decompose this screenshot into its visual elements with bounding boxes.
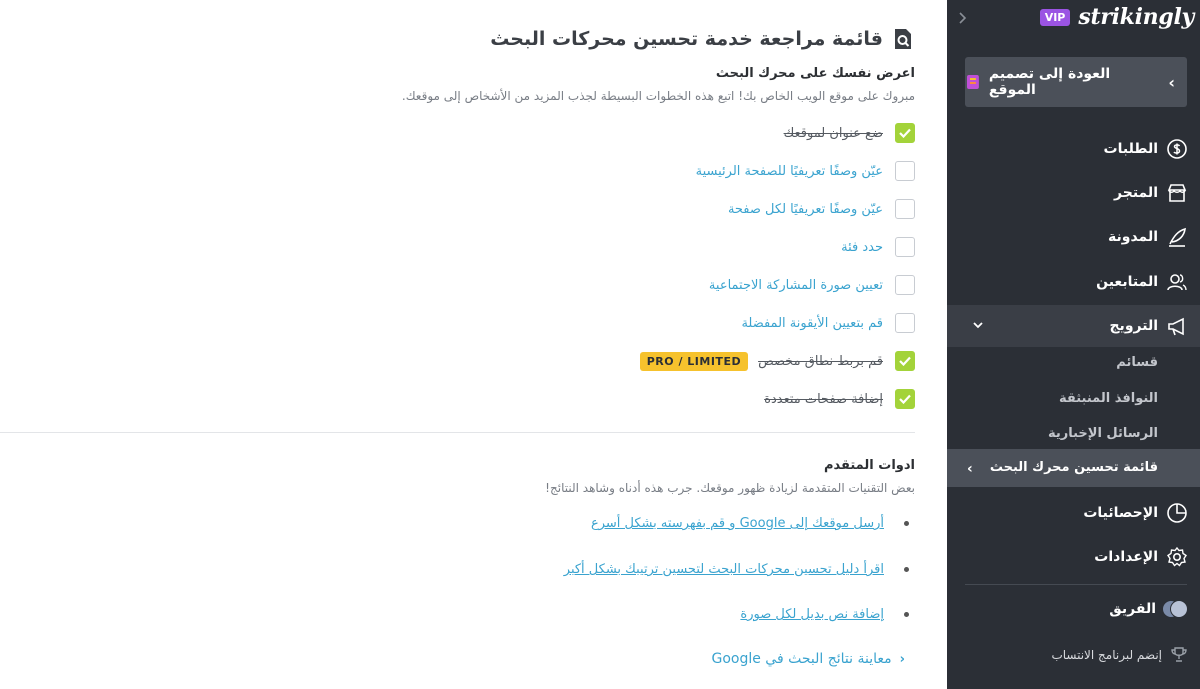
checkbox-unchecked[interactable] — [895, 237, 915, 257]
dollar-icon — [1167, 139, 1187, 159]
checkbox-checked[interactable] — [895, 123, 915, 143]
section-desc-search: مبروك على موقع الويب الخاص بك! اتبع هذه … — [401, 89, 915, 103]
checklist-item-multiple-pages[interactable]: إضافة صفحات متعددة — [764, 388, 915, 410]
trophy-icon — [1171, 647, 1187, 662]
section-desc-advanced: بعض التقنيات المتقدمة لزيادة ظهور موقعك.… — [545, 481, 915, 495]
sidebar-item-affiliate[interactable]: إنضم لبرنامج الانتساب — [1051, 646, 1188, 664]
checkbox-unchecked[interactable] — [895, 161, 915, 181]
strikingly-logo: strikingly — [1078, 4, 1194, 30]
sidebar-item-label: المتابعين — [1096, 274, 1158, 290]
checkbox-checked[interactable] — [895, 351, 915, 371]
bullet — [904, 521, 909, 526]
sidebar-subitem-newsletters[interactable]: الرسائل الإخبارية — [1048, 426, 1158, 441]
checklist-item-favicon[interactable]: قم بتعيين الأيقونة المفضلة — [741, 312, 915, 334]
team-avatars — [1162, 600, 1188, 618]
checklist-label[interactable]: قم بتعيين الأيقونة المفضلة — [741, 316, 883, 331]
pie-chart-icon — [1167, 503, 1187, 523]
tool-item: أرسل موقعك إلى Google و قم بفهرسته بشكل … — [591, 516, 909, 531]
chevron-down-icon[interactable] — [971, 317, 985, 331]
gear-icon — [1167, 546, 1187, 567]
chevron-left-icon: ‹ — [899, 651, 905, 667]
sidebar-item-followers[interactable]: المتابعين — [1096, 270, 1188, 294]
sidebar-item-label: الإحصائيات — [1083, 505, 1158, 521]
users-icon — [1167, 274, 1187, 291]
sidebar-subitem-seo-checklist[interactable]: قائمة تحسين محرك البحث — [990, 460, 1158, 475]
checklist-label[interactable]: تعيين صورة المشاركة الاجتماعية — [709, 278, 883, 293]
preview-google-results[interactable]: ‹ معاينة نتائج البحث في Google — [711, 651, 905, 667]
tool-link-alt-text[interactable]: إضافة نص بديل لكل صورة — [740, 607, 884, 622]
checkbox-unchecked[interactable] — [895, 199, 915, 219]
sidebar-item-orders[interactable]: الطلبات — [1104, 137, 1188, 161]
brand[interactable]: VIP strikingly — [1039, 4, 1194, 30]
checklist-label: ضع عنوان لموقعك — [783, 125, 883, 141]
sidebar: VIP strikingly العودة إلى تصميم الموقع ‹… — [947, 0, 1200, 689]
checklist-label: قم بربط نطاق مخصص — [758, 353, 883, 369]
sidebar-divider — [965, 584, 1187, 585]
sidebar-item-promotion[interactable]: الترويج — [1109, 314, 1188, 338]
page-title: قائمة مراجعة خدمة تحسين محركات البحث — [490, 28, 913, 50]
tool-link-submit-google[interactable]: أرسل موقعك إلى Google و قم بفهرسته بشكل … — [591, 516, 884, 531]
chevron-left-icon: ‹ — [1168, 72, 1175, 92]
checkmark-icon — [899, 356, 911, 366]
section-heading-advanced: ادوات المتقدم — [823, 458, 915, 473]
sidebar-item-label: الفريق — [1109, 601, 1156, 617]
chevron-left-icon: ‹ — [967, 461, 973, 477]
sidebar-subitem-popups[interactable]: النوافذ المنبثقة — [1059, 391, 1158, 406]
checklist-item-social-image[interactable]: تعيين صورة المشاركة الاجتماعية — [709, 274, 915, 296]
sidebar-item-stats[interactable]: الإحصائيات — [1083, 501, 1188, 525]
sidebar-item-label: إنضم لبرنامج الانتساب — [1051, 648, 1162, 662]
section-divider — [0, 432, 915, 433]
tool-item: إضافة نص بديل لكل صورة — [740, 607, 909, 622]
checkbox-unchecked[interactable] — [895, 275, 915, 295]
megaphone-icon — [1168, 317, 1184, 336]
store-icon — [1167, 184, 1187, 202]
back-to-editor-label: العودة إلى تصميم الموقع — [988, 66, 1111, 98]
sidebar-item-blog[interactable]: المدونة — [1108, 225, 1188, 249]
checkbox-checked[interactable] — [895, 389, 915, 409]
sidebar-item-label: الطلبات — [1103, 141, 1158, 157]
checklist-label[interactable]: عيّن وصفًا تعريفيًا للصفحة الرئيسية — [696, 164, 883, 179]
bullet — [904, 612, 909, 617]
sidebar-item-store[interactable]: المتجر — [1114, 181, 1188, 205]
sidebar-item-team[interactable]: الفريق — [1109, 597, 1188, 621]
sidebar-item-settings[interactable]: الإعدادات — [1094, 545, 1188, 569]
checklist-label[interactable]: عيّن وصفًا تعريفيًا لكل صفحة — [728, 202, 883, 217]
checkbox-unchecked[interactable] — [895, 313, 915, 333]
checklist-label: إضافة صفحات متعددة — [764, 391, 883, 407]
vip-badge: VIP — [1039, 8, 1071, 26]
checkmark-icon — [899, 394, 911, 404]
checklist-item-category[interactable]: حدد فئة — [841, 236, 915, 258]
feather-icon — [1169, 227, 1186, 247]
sidebar-item-label: الترويج — [1109, 318, 1158, 334]
tool-item: اقرأ دليل تحسين محركات البحث لتحسين ترتي… — [564, 562, 909, 577]
checkmark-icon — [899, 128, 911, 138]
section-heading-search: اعرض نفسك على محرك البحث — [715, 66, 915, 81]
back-to-editor-button[interactable]: العودة إلى تصميم الموقع ‹ — [965, 57, 1187, 107]
page-title-text: قائمة مراجعة خدمة تحسين محركات البحث — [490, 28, 883, 50]
checklist-item-custom-domain[interactable]: قم بربط نطاق مخصص PRO / LIMITED — [639, 350, 915, 372]
bullet — [904, 567, 909, 572]
pro-limited-badge: PRO / LIMITED — [639, 351, 749, 371]
site-design-icon — [966, 75, 979, 89]
collapse-chevron-icon[interactable] — [953, 9, 971, 27]
sidebar-item-label: المدونة — [1108, 229, 1158, 245]
checklist-label[interactable]: حدد فئة — [841, 240, 883, 255]
checklist-item-site-title[interactable]: ضع عنوان لموقعك — [784, 122, 915, 144]
sidebar-subitem-coupons[interactable]: قسائم — [1116, 355, 1158, 370]
seo-search-icon — [893, 28, 913, 50]
main-content: قائمة مراجعة خدمة تحسين محركات البحث اعر… — [0, 0, 947, 689]
sidebar-item-label: المتجر — [1114, 185, 1158, 201]
checklist-item-page-meta[interactable]: عيّن وصفًا تعريفيًا لكل صفحة — [728, 198, 915, 220]
preview-label[interactable]: معاينة نتائج البحث في Google — [711, 651, 891, 667]
sidebar-item-label: الإعدادات — [1094, 549, 1158, 565]
tool-link-seo-guide[interactable]: اقرأ دليل تحسين محركات البحث لتحسين ترتي… — [564, 562, 884, 577]
checklist-item-home-meta[interactable]: عيّن وصفًا تعريفيًا للصفحة الرئيسية — [696, 160, 915, 182]
